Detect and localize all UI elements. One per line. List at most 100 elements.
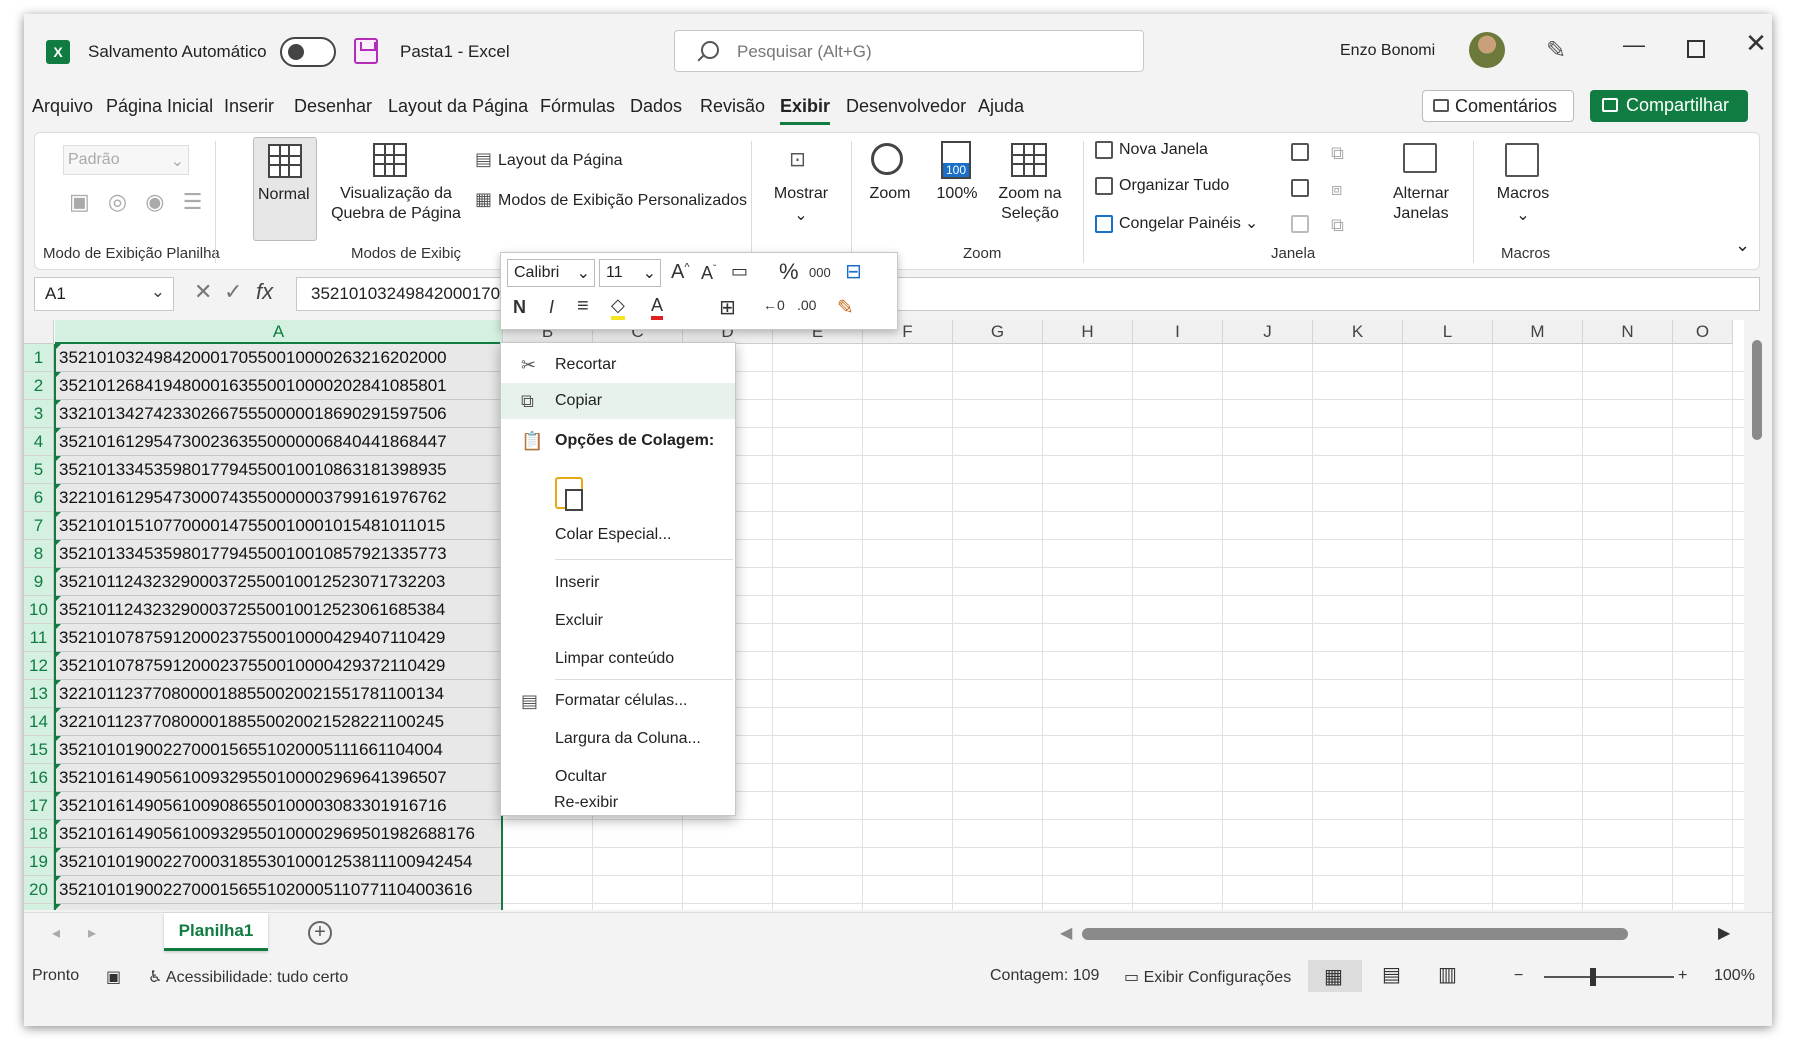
- share-button[interactable]: Compartilhar: [1590, 90, 1748, 122]
- column-header-j[interactable]: J: [1223, 320, 1313, 344]
- horizontal-scroll-thumb[interactable]: [1082, 928, 1628, 940]
- zoom-out-button[interactable]: −: [1514, 967, 1523, 985]
- pen-icon[interactable]: ✎: [1546, 36, 1566, 65]
- merge-center-icon[interactable]: ⊟: [845, 259, 862, 284]
- paste-icon[interactable]: [555, 477, 583, 511]
- search-input[interactable]: Pesquisar (Alt+G): [674, 30, 1144, 72]
- next-sheet-icon[interactable]: ▸: [88, 923, 96, 943]
- clear-contents-menu-item[interactable]: Limpar conteúdo: [501, 641, 735, 677]
- zoom-selection-button[interactable]: Zoom na Seleção: [987, 137, 1073, 237]
- prev-sheet-icon[interactable]: ◂: [52, 923, 60, 943]
- font-size-dropdown[interactable]: 11 ⌄: [599, 259, 661, 287]
- tab-layout-da-pagina[interactable]: Layout da Página: [388, 96, 528, 117]
- tab-formulas[interactable]: Fórmulas: [540, 96, 615, 117]
- column-header-o[interactable]: O: [1673, 320, 1733, 344]
- percent-style-button[interactable]: %: [779, 259, 799, 285]
- show-button[interactable]: ⊡ Mostrar ⌄: [761, 137, 841, 237]
- row-header[interactable]: 12: [24, 652, 54, 680]
- cell-a[interactable]: 3521016129547300236355000000684044186844…: [55, 428, 502, 456]
- borders-icon[interactable]: ⊞: [719, 295, 736, 320]
- font-name-dropdown[interactable]: Calibri ⌄: [507, 259, 595, 287]
- tab-desenhar[interactable]: Desenhar: [294, 96, 372, 117]
- paste-special-menu-item[interactable]: Colar Especial...: [501, 517, 735, 553]
- insert-function-button[interactable]: fx: [256, 279, 273, 305]
- row-header[interactable]: 19: [24, 848, 54, 876]
- row-header[interactable]: 1: [24, 344, 54, 372]
- delete-menu-item[interactable]: Excluir: [501, 603, 735, 639]
- tab-arquivo[interactable]: Arquivo: [32, 96, 93, 117]
- increase-font-icon[interactable]: A^: [671, 261, 690, 284]
- cell-a[interactable]: 3521010787591200023755001000042937211042…: [55, 652, 502, 680]
- column-header-l[interactable]: L: [1403, 320, 1493, 344]
- tab-ajuda[interactable]: Ajuda: [978, 96, 1024, 117]
- autosave-toggle[interactable]: [280, 37, 336, 67]
- zoom-button[interactable]: Zoom: [857, 137, 923, 237]
- hscroll-right-icon[interactable]: ▶: [1718, 923, 1730, 943]
- row-header[interactable]: 18: [24, 820, 54, 848]
- zoom-level[interactable]: 100%: [1714, 967, 1755, 985]
- switch-windows-button[interactable]: Alternar Janelas: [1381, 137, 1461, 237]
- column-header-a[interactable]: A: [55, 320, 503, 344]
- cell-a[interactable]: 3221016129547300074355000000379916197676…: [55, 484, 502, 512]
- comma-style-button[interactable]: 000: [809, 265, 831, 280]
- column-header-i[interactable]: I: [1133, 320, 1223, 344]
- page-layout-status-icon[interactable]: ▤: [1382, 962, 1401, 987]
- tab-inserir[interactable]: Inserir: [224, 96, 274, 117]
- zoom-slider[interactable]: [1544, 976, 1674, 978]
- sheet-tab-planilha1[interactable]: Planilha1: [164, 913, 268, 951]
- row-header[interactable]: 17: [24, 792, 54, 820]
- cell-a[interactable]: 3521010190022700031855301000125381110094…: [55, 848, 502, 876]
- accounting-format-icon[interactable]: ▭: [731, 261, 748, 282]
- spreadsheet-grid[interactable]: ABCDEFGHIJKLMNO 1 35210103249842000170550…: [24, 320, 1744, 910]
- column-header-n[interactable]: N: [1583, 320, 1673, 344]
- maximize-button[interactable]: [1674, 32, 1714, 62]
- cell-a[interactable]: 3521011243232900037255001001252306168538…: [55, 596, 502, 624]
- cell-a[interactable]: 3521016149056100908655010000308330191671…: [55, 792, 502, 820]
- copy-menu-item[interactable]: ⧉ Copiar: [501, 383, 735, 419]
- zoom-100-button[interactable]: 100 100%: [929, 137, 985, 237]
- custom-views-button[interactable]: ▦ Modos de Exibição Personalizados: [475, 189, 747, 210]
- cell-a[interactable]: 3521016149056100932955010000296950198268…: [55, 820, 502, 848]
- collapse-ribbon-icon[interactable]: ⌄: [1735, 235, 1750, 256]
- row-header[interactable]: 7: [24, 512, 54, 540]
- minimize-button[interactable]: —: [1614, 32, 1654, 62]
- tab-dados[interactable]: Dados: [630, 96, 682, 117]
- unhide-menu-item[interactable]: Re-exibir: [500, 794, 736, 816]
- decrease-decimal-icon[interactable]: .00: [797, 297, 816, 313]
- name-box[interactable]: A1 ⌄: [34, 277, 174, 311]
- close-button[interactable]: ✕: [1736, 28, 1772, 62]
- cell-a[interactable]: 3521016149056100932955010000296964139650…: [55, 764, 502, 792]
- cell-a[interactable]: 3521010190022700015655102000511166110400…: [55, 736, 502, 764]
- avatar[interactable]: [1469, 32, 1505, 68]
- page-break-status-icon[interactable]: ▥: [1438, 962, 1457, 987]
- arrange-all-button[interactable]: Organizar Tudo: [1095, 177, 1229, 195]
- add-sheet-button[interactable]: +: [308, 921, 332, 945]
- select-all-corner[interactable]: [24, 320, 54, 344]
- row-header[interactable]: 13: [24, 680, 54, 708]
- column-header-h[interactable]: H: [1043, 320, 1133, 344]
- cell-a[interactable]: 3521011243232900037255001001252307173220…: [55, 568, 502, 596]
- row-header[interactable]: 20: [24, 876, 54, 904]
- row-header[interactable]: 16: [24, 764, 54, 792]
- row-header[interactable]: 10: [24, 596, 54, 624]
- vertical-scrollbar[interactable]: [1746, 320, 1768, 910]
- bold-button[interactable]: N: [513, 297, 526, 318]
- vertical-scroll-thumb[interactable]: [1752, 340, 1762, 440]
- column-header-k[interactable]: K: [1313, 320, 1403, 344]
- enter-icon[interactable]: ✓: [224, 279, 242, 305]
- format-painter-icon[interactable]: ✎: [837, 295, 854, 320]
- zoom-in-button[interactable]: +: [1678, 967, 1687, 985]
- tab-desenvolvedor[interactable]: Desenvolvedor: [846, 96, 966, 117]
- page-layout-button[interactable]: ▤ Layout da Página: [475, 149, 623, 170]
- cell-a[interactable]: 3521010151077000014755001000101548101101…: [55, 512, 502, 540]
- italic-button[interactable]: I: [549, 297, 554, 318]
- insert-menu-item[interactable]: Inserir: [501, 565, 735, 601]
- cell-a[interactable]: 3521013345359801779455001001086318139893…: [55, 456, 502, 484]
- format-cells-menu-item[interactable]: ▤ Formatar células...: [501, 683, 735, 719]
- save-icon[interactable]: [354, 38, 378, 64]
- split-icon[interactable]: [1291, 143, 1309, 161]
- cell-a[interactable]: 3521010190022700015655102000511111110400…: [55, 904, 502, 910]
- row-header[interactable]: 4: [24, 428, 54, 456]
- row-header[interactable]: 21: [24, 904, 54, 910]
- normal-view-button[interactable]: Normal: [253, 137, 317, 241]
